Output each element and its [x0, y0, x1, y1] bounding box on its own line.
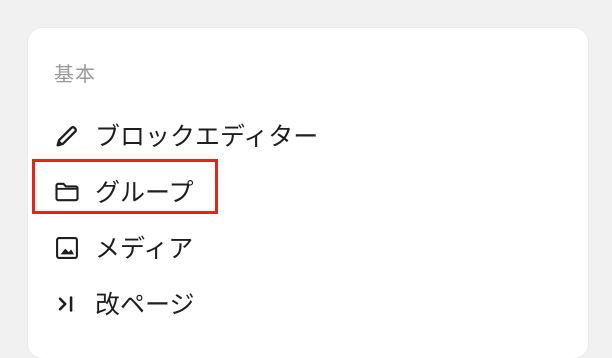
menu-item-label: メディア: [95, 233, 194, 263]
menu-item-label: 改ページ: [95, 289, 195, 319]
menu-item-group[interactable]: グループ: [52, 170, 194, 214]
menu-panel: 基本 ブロックエディター グループ メディア 改ページ: [28, 28, 588, 358]
menu-item-block-editor[interactable]: ブロックエディター: [52, 114, 318, 158]
section-title: 基本: [54, 62, 96, 86]
menu-item-label: グループ: [95, 177, 194, 207]
page-break-icon: [52, 289, 82, 319]
pencil-icon: [52, 121, 82, 151]
menu-item-page-break[interactable]: 改ページ: [52, 282, 195, 326]
menu-item-label: ブロックエディター: [95, 121, 319, 151]
menu-item-media[interactable]: メディア: [52, 226, 193, 270]
image-icon: [52, 233, 82, 263]
folder-icon: [52, 177, 82, 207]
